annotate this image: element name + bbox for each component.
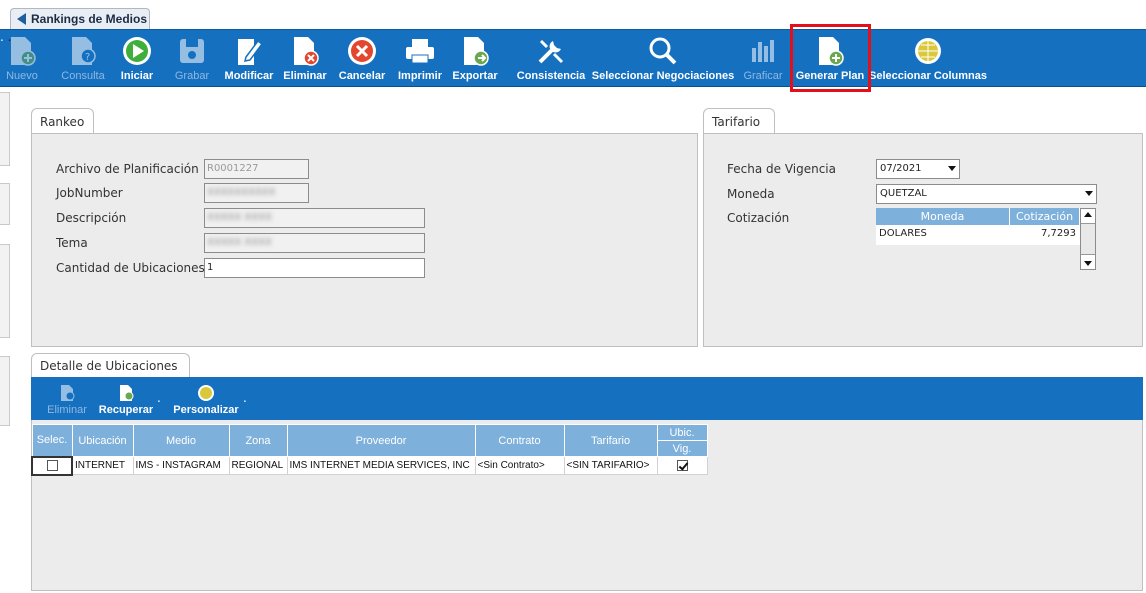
cancelar-button[interactable]: Cancelar [336, 30, 388, 88]
generar-plan-highlight [790, 24, 871, 92]
svg-text:?: ? [85, 52, 90, 63]
vigente-cell[interactable] [656, 456, 708, 475]
tools-icon [534, 34, 568, 68]
col-ubicacion-header[interactable]: Ubicación [71, 424, 134, 457]
window-title: Rankings de Medios [31, 12, 148, 26]
graficar-button[interactable]: Graficar [740, 30, 786, 88]
side-tab-1[interactable] [0, 92, 10, 166]
col-zona-header[interactable]: Zona [228, 424, 288, 457]
query-document-icon: ? [66, 34, 100, 68]
cantidad-label: Cantidad de Ubicaciones [56, 261, 205, 275]
fecha-vigencia-select[interactable]: 07/2021 [876, 159, 960, 179]
printer-icon [403, 34, 437, 68]
contrato-cell: <Sin Contrato> [474, 456, 565, 475]
col-selec-header[interactable]: Selec. [31, 424, 73, 457]
ubicacion-cell: INTERNET [71, 456, 134, 475]
jobnumber-field[interactable]: XXXXXXXXXX [204, 183, 309, 203]
edit-document-icon [232, 34, 266, 68]
tab-tarifario[interactable]: Tarifario [703, 108, 775, 134]
tema-field[interactable]: XXXXX XXXX [204, 233, 425, 253]
cotizacion-label: Cotización [727, 211, 790, 225]
vigente-checkbox[interactable] [676, 459, 688, 471]
fecha-vigencia-label: Fecha de Vigencia [727, 162, 836, 176]
detalle-personalizar-button[interactable]: Personalizar [171, 377, 241, 420]
zona-cell: REGIONAL [228, 456, 288, 475]
col-contrato-header[interactable]: Contrato [474, 424, 565, 457]
cantidad-field[interactable]: 1 [204, 258, 425, 278]
jobnumber-label: JobNumber [56, 186, 123, 200]
new-document-icon [5, 34, 39, 68]
eliminar-button[interactable]: Eliminar [282, 30, 328, 88]
descripcion-label: Descripción [56, 211, 127, 225]
delete-row-icon [57, 383, 77, 403]
consistencia-button[interactable]: Consistencia [517, 30, 585, 88]
side-tab-3[interactable] [0, 244, 10, 338]
delete-document-icon [288, 34, 322, 68]
seleccionar-columnas-button[interactable]: Seleccionar Columnas [869, 30, 987, 88]
recover-document-icon [116, 383, 136, 403]
magnifier-icon [646, 34, 680, 68]
tab-detalle-ubicaciones[interactable]: Detalle de Ubicaciones [31, 353, 190, 378]
detalle-recuperar-button[interactable]: Recuperar [97, 377, 155, 420]
seleccionar-negociaciones-button[interactable]: Seleccionar Negociaciones [592, 30, 734, 88]
nuevo-button[interactable]: Nuevo [2, 30, 42, 88]
chevron-down-icon [1085, 191, 1093, 196]
iniciar-button[interactable]: Iniciar [116, 30, 158, 88]
customize-circle-icon [196, 383, 216, 403]
exportar-button[interactable]: Exportar [450, 30, 500, 88]
detalle-eliminar-button[interactable]: Eliminar [45, 377, 89, 420]
scroll-thumb[interactable] [1081, 223, 1095, 255]
play-icon [120, 34, 154, 68]
bar-chart-icon [746, 34, 780, 68]
archivo-label: Archivo de Planificación [56, 162, 199, 176]
medio-cell: IMS - INSTAGRAM [132, 456, 230, 475]
columns-globe-icon [911, 34, 945, 68]
ubicaciones-table: Selec. Ubicación Medio Zona Proveedor Co… [31, 424, 708, 476]
chevron-down-icon [948, 166, 956, 171]
cotizacion-scrollbar[interactable] [1080, 208, 1096, 270]
col-proveedor-header[interactable]: Proveedor [286, 424, 476, 457]
moneda-label: Moneda [727, 187, 775, 201]
consulta-button[interactable]: ? Consulta [55, 30, 111, 88]
save-disk-icon [175, 34, 209, 68]
tab-rankeo[interactable]: Rankeo [31, 108, 94, 134]
col-vig-header[interactable]: Vig. [656, 440, 708, 457]
side-tab-4[interactable] [0, 356, 10, 426]
imprimir-button[interactable]: Imprimir [394, 30, 446, 88]
row-select-checkbox[interactable] [46, 459, 58, 471]
side-tab-2[interactable] [0, 183, 10, 225]
moneda-select[interactable]: QUETZAL [876, 184, 1097, 204]
descripcion-field[interactable]: XXXXX XXXX [204, 208, 425, 228]
proveedor-cell: IMS INTERNET MEDIA SERVICES, INC [286, 456, 476, 475]
scroll-up-icon[interactable] [1084, 212, 1092, 217]
app-arrow-icon [17, 13, 26, 25]
export-document-icon [458, 34, 492, 68]
grabar-button[interactable]: Grabar [168, 30, 216, 88]
window-title-tab[interactable]: Rankings de Medios [10, 8, 150, 29]
table-row[interactable]: INTERNET IMS - INSTAGRAM REGIONAL IMS IN… [31, 455, 708, 476]
table-row[interactable]: DOLARES 7,7293 [876, 225, 1096, 245]
cancel-icon [345, 34, 379, 68]
cotizacion-grid: Moneda Cotización DOLARES 7,7293 [876, 208, 1096, 245]
col-tarifario-header[interactable]: Tarifario [563, 424, 658, 457]
selec-cell[interactable] [31, 455, 73, 476]
archivo-field[interactable]: R0001227 [204, 159, 309, 179]
modificar-button[interactable]: Modificar [222, 30, 276, 88]
col-cotizacion-header[interactable]: Cotización [1010, 208, 1080, 225]
col-moneda-header[interactable]: Moneda [876, 208, 1010, 225]
scroll-down-icon[interactable] [1084, 261, 1092, 266]
main-toolbar: Nuevo . ? Consulta Iniciar Grabar Modifi… [0, 29, 1146, 87]
tema-label: Tema [56, 236, 88, 250]
col-medio-header[interactable]: Medio [132, 424, 230, 457]
detalle-toolbar: Eliminar Recuperar . Personalizar . [31, 377, 1143, 420]
tarifario-cell: <SIN TARIFARIO> [563, 456, 658, 475]
col-ubic-header[interactable]: Ubic. [656, 424, 708, 441]
